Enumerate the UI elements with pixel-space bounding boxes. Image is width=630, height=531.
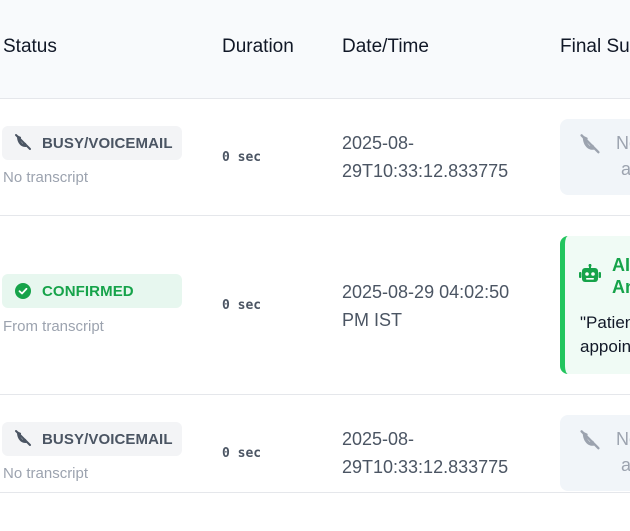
check-circle-icon: [12, 281, 34, 301]
phone-slash-icon: [12, 429, 34, 449]
summary-quote: appoin: [580, 337, 630, 356]
table-row[interactable]: BUSY/VOICEMAIL No transcript 0 sec 2025-…: [0, 99, 630, 216]
summary-text: a: [621, 159, 630, 179]
status-badge: CONFIRMED: [2, 274, 182, 308]
datetime-value: 2025-08- 29T10:33:12.833775: [342, 129, 522, 185]
column-header-final-summary[interactable]: Final Su: [560, 36, 630, 58]
datetime-value: 2025-08-29 04:02:50 PM IST: [342, 278, 522, 334]
summary-heading: An: [612, 277, 630, 297]
datetime-line: 2025-08-29 04:02:50: [342, 282, 510, 302]
datetime-line: PM IST: [342, 310, 403, 330]
table-row[interactable]: BUSY/VOICEMAIL No transcript 0 sec 2025-…: [0, 395, 630, 493]
column-header-status[interactable]: Status: [3, 36, 57, 58]
table-header: Status Duration Date/Time Final Su: [0, 0, 630, 99]
column-header-datetime[interactable]: Date/Time: [342, 36, 429, 58]
phone-slash-icon: [12, 133, 34, 153]
summary-card[interactable]: No a: [560, 119, 630, 195]
summary-heading: AI: [612, 255, 630, 275]
duration-value: 0 sec: [222, 150, 262, 165]
ai-summary-card[interactable]: AI An "Patien appoin: [560, 236, 630, 374]
status-source: No transcript: [3, 465, 89, 482]
summary-text: No: [616, 133, 630, 153]
datetime-line: 29T10:33:12.833775: [342, 457, 509, 477]
datetime-value: 2025-08- 29T10:33:12.833775: [342, 425, 522, 481]
summary-text: No: [616, 429, 630, 449]
status-label: BUSY/VOICEMAIL: [42, 430, 173, 448]
status-badge: BUSY/VOICEMAIL: [2, 422, 182, 456]
summary-quote: "Patien: [580, 313, 630, 332]
status-source: No transcript: [3, 169, 89, 186]
column-header-duration[interactable]: Duration: [222, 36, 294, 58]
duration-value: 0 sec: [222, 446, 262, 461]
summary-text: a: [621, 455, 630, 475]
status-source: From transcript: [3, 318, 104, 335]
summary-card[interactable]: No a: [560, 415, 630, 491]
duration-value: 0 sec: [222, 298, 262, 313]
robot-icon: [579, 264, 601, 289]
datetime-line: 2025-08-: [342, 133, 415, 153]
table-row[interactable]: CONFIRMED From transcript 0 sec 2025-08-…: [0, 216, 630, 395]
phone-slash-icon: [578, 133, 602, 162]
datetime-line: 2025-08-: [342, 429, 415, 449]
status-label: BUSY/VOICEMAIL: [42, 134, 173, 152]
status-badge: BUSY/VOICEMAIL: [2, 126, 182, 160]
status-label: CONFIRMED: [42, 282, 134, 300]
datetime-line: 29T10:33:12.833775: [342, 161, 509, 181]
phone-slash-icon: [578, 429, 602, 458]
